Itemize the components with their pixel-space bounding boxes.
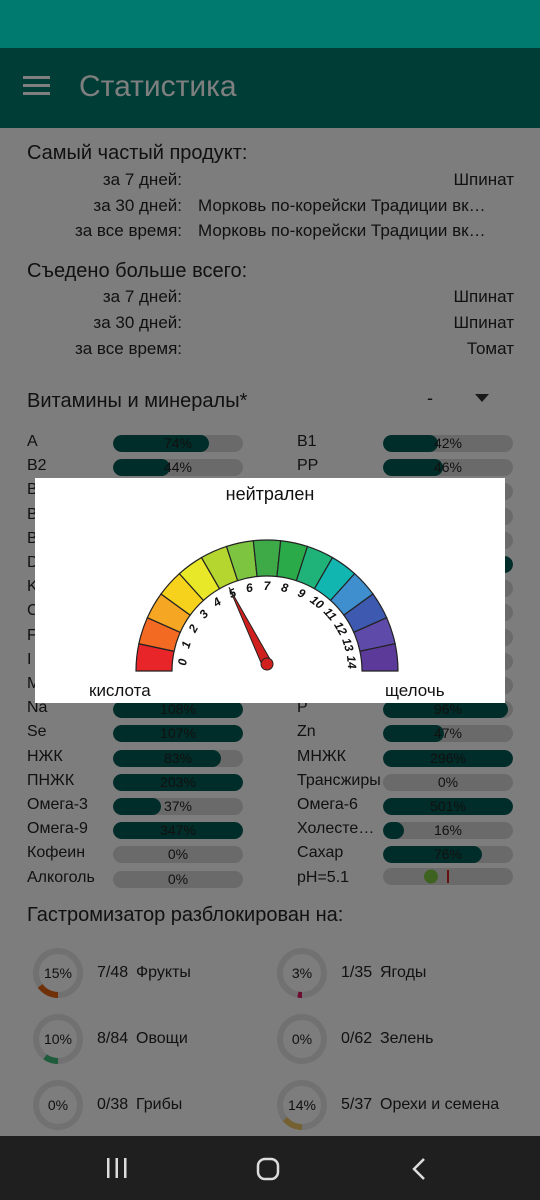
ph-needle bbox=[228, 586, 273, 667]
ph-tick-label: 3 bbox=[196, 607, 211, 622]
ph-dialog: нейтрален 01234567891011121314 кислота щ… bbox=[35, 478, 505, 703]
ph-needle-hub bbox=[260, 657, 274, 671]
acid-label: кислота bbox=[89, 681, 151, 700]
ph-tick-label: 0 bbox=[175, 658, 190, 666]
alkali-label: щелочь bbox=[385, 681, 445, 700]
ph-tick-label: 4 bbox=[209, 594, 224, 610]
ph-tick-label: 13 bbox=[339, 636, 357, 653]
ph-tick-label: 9 bbox=[296, 586, 308, 602]
home-icon[interactable] bbox=[256, 1157, 280, 1181]
ph-tick-label: 14 bbox=[344, 655, 359, 670]
ph-tick-label: 12 bbox=[331, 619, 350, 638]
ph-tick-label: 1 bbox=[178, 639, 193, 650]
ph-tick-label: 6 bbox=[245, 580, 255, 595]
ph-tick-label: 8 bbox=[280, 580, 290, 595]
status-bar bbox=[0, 0, 540, 48]
ph-gauge: 01234567891011121314 bbox=[135, 539, 399, 672]
ph-tick-label: 11 bbox=[321, 605, 340, 624]
ph-tick-label: 7 bbox=[264, 579, 272, 593]
recent-apps-icon[interactable] bbox=[106, 1158, 128, 1178]
ph-segment-7 bbox=[252, 539, 282, 578]
ph-tick-label: 2 bbox=[185, 622, 201, 636]
back-icon[interactable] bbox=[411, 1158, 427, 1180]
system-nav-bar bbox=[0, 1136, 540, 1200]
